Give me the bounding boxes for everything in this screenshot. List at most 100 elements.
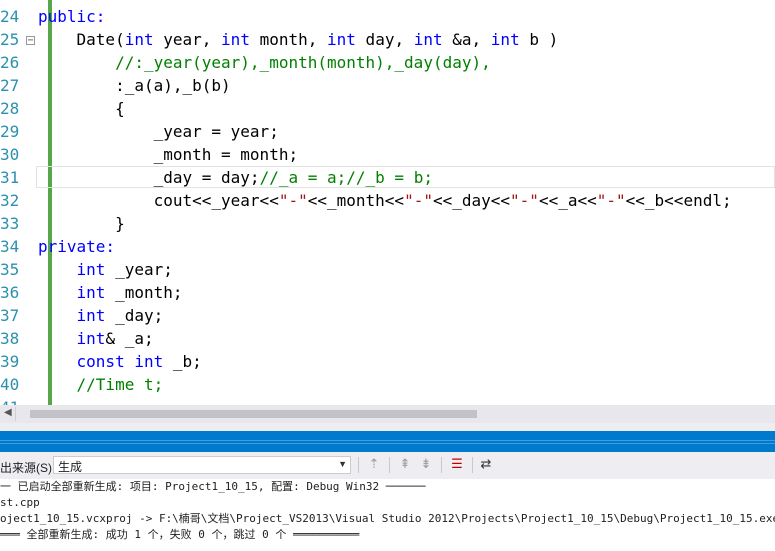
prev-message-icon[interactable]: ⇞ xyxy=(397,457,413,473)
code-token: _day = day; xyxy=(38,168,260,187)
code-token: "-" xyxy=(596,191,626,210)
output-line: oject1_10_15.vcxproj -> F:\楠哥\文档\Project… xyxy=(0,512,775,525)
code-token: <<_a<< xyxy=(538,191,597,210)
code-line[interactable]: } xyxy=(38,212,125,235)
word-wrap-icon[interactable]: ⇄ xyxy=(478,457,494,473)
code-line[interactable]: public: xyxy=(38,5,105,28)
line-number: 34 xyxy=(0,237,20,256)
code-line[interactable]: Date(int year, int month, int day, int &… xyxy=(38,28,559,51)
code-token: b ) xyxy=(519,30,559,49)
code-token: _day; xyxy=(105,306,164,325)
code-token: "-" xyxy=(404,191,433,210)
line-number: 36 xyxy=(0,283,20,302)
horizontal-scrollbar[interactable]: ◀ xyxy=(0,405,775,423)
scrollbar-thumb[interactable] xyxy=(30,410,477,418)
output-panel-titlebar xyxy=(0,431,775,452)
code-line[interactable]: //Time t; xyxy=(38,373,164,396)
line-number: 28 xyxy=(0,99,20,118)
code-token: :_a(a),_b(b) xyxy=(38,76,231,95)
code-token: Date( xyxy=(38,30,125,49)
code-token: _year = year; xyxy=(38,122,279,141)
toolbar-separator xyxy=(472,457,473,473)
code-token: int xyxy=(490,30,520,49)
code-line[interactable]: int _month; xyxy=(38,281,183,304)
output-toolbar: 出来源(S): 生成 ▼ ⇡ ⇞ ⇟ ☰ ⇄ xyxy=(0,452,775,479)
code-token: { xyxy=(38,99,125,118)
collapse-icon[interactable]: − xyxy=(26,36,35,46)
code-token: cout<<_year<< xyxy=(38,191,279,210)
code-editor[interactable]: public: Date(int year, int month, int da… xyxy=(0,0,775,405)
code-token: day, xyxy=(355,30,414,49)
code-token: int xyxy=(124,30,154,49)
line-number: 31 xyxy=(0,168,20,187)
line-number: 39 xyxy=(0,352,20,371)
code-token: <<_month<< xyxy=(307,191,405,210)
code-token: <<_b<<endl; xyxy=(625,191,732,210)
line-number: 29 xyxy=(0,122,20,141)
code-line[interactable]: _month = month; xyxy=(38,143,299,166)
code-line[interactable]: cout<<_year<<"-"<<_month<<"-"<<_day<<"-"… xyxy=(38,189,732,212)
code-token: _year; xyxy=(105,260,173,279)
code-line[interactable]: { xyxy=(38,97,125,120)
line-number: 27 xyxy=(0,76,20,95)
line-number: 38 xyxy=(0,329,20,348)
code-line[interactable]: _year = year; xyxy=(38,120,279,143)
line-number: 37 xyxy=(0,306,20,325)
code-line[interactable]: int& _a; xyxy=(38,327,154,350)
code-token: //_a = a;//_b = b; xyxy=(259,168,433,187)
line-number: 24 xyxy=(0,7,20,26)
output-line: 一 已启动全部重新生成: 项目: Project1_10_15, 配置: Deb… xyxy=(0,480,426,493)
line-number: 41 xyxy=(0,396,19,405)
code-token: } xyxy=(38,214,125,233)
dropdown-arrow-icon[interactable]: ▼ xyxy=(338,459,347,469)
clear-all-icon[interactable]: ☰ xyxy=(449,457,465,473)
code-token: const xyxy=(76,352,125,371)
line-number: 26 xyxy=(0,53,20,72)
code-token: month, xyxy=(249,30,328,49)
code-token: year, xyxy=(153,30,222,49)
output-line: ═══ 全部重新生成: 成功 1 个，失败 0 个，跳过 0 个 ═══════… xyxy=(0,528,360,541)
code-token: //:_year(year),_month(month),_day(day), xyxy=(38,53,491,72)
code-token: int xyxy=(221,30,250,49)
toolbar-separator xyxy=(389,457,390,473)
output-source-select[interactable]: 生成 ▼ xyxy=(53,456,351,474)
code-token: _month = month; xyxy=(38,145,299,164)
code-token: public: xyxy=(38,7,106,26)
code-line[interactable]: :_a(a),_b(b) xyxy=(38,74,231,97)
code-line[interactable]: int _year; xyxy=(38,258,173,281)
code-token: int xyxy=(76,260,106,279)
code-line[interactable]: const int _b; xyxy=(38,350,202,373)
output-line: st.cpp xyxy=(0,496,40,509)
code-token: int xyxy=(76,329,106,348)
output-text[interactable]: 一 已启动全部重新生成: 项目: Project1_10_15, 配置: Deb… xyxy=(0,479,775,551)
output-source-label: 出来源(S): xyxy=(0,461,56,475)
code-token: private: xyxy=(38,237,116,256)
code-token: int xyxy=(327,30,356,49)
find-message-icon[interactable]: ⇡ xyxy=(366,457,382,473)
line-number: 32 xyxy=(0,191,20,210)
line-number: 30 xyxy=(0,145,20,164)
next-message-icon[interactable]: ⇟ xyxy=(418,457,434,473)
code-token: <<_day<< xyxy=(432,191,511,210)
code-line[interactable]: private: xyxy=(38,235,115,258)
change-margin xyxy=(20,0,52,405)
code-token: int xyxy=(76,283,106,302)
code-token: _b; xyxy=(163,352,202,371)
code-token: int xyxy=(76,306,106,325)
code-line[interactable]: _day = day;//_a = a;//_b = b; xyxy=(38,166,433,189)
code-line[interactable]: int _day; xyxy=(38,304,164,327)
toolbar-separator xyxy=(441,457,442,473)
panel-splitter[interactable] xyxy=(0,423,775,431)
code-line[interactable]: //:_year(year),_month(month),_day(day), xyxy=(38,51,491,74)
code-token: & _a; xyxy=(105,329,154,348)
scroll-left-arrow-icon[interactable]: ◀ xyxy=(4,407,12,418)
code-token: int xyxy=(134,352,164,371)
code-token: _month; xyxy=(105,283,183,302)
code-token: "-" xyxy=(510,191,539,210)
